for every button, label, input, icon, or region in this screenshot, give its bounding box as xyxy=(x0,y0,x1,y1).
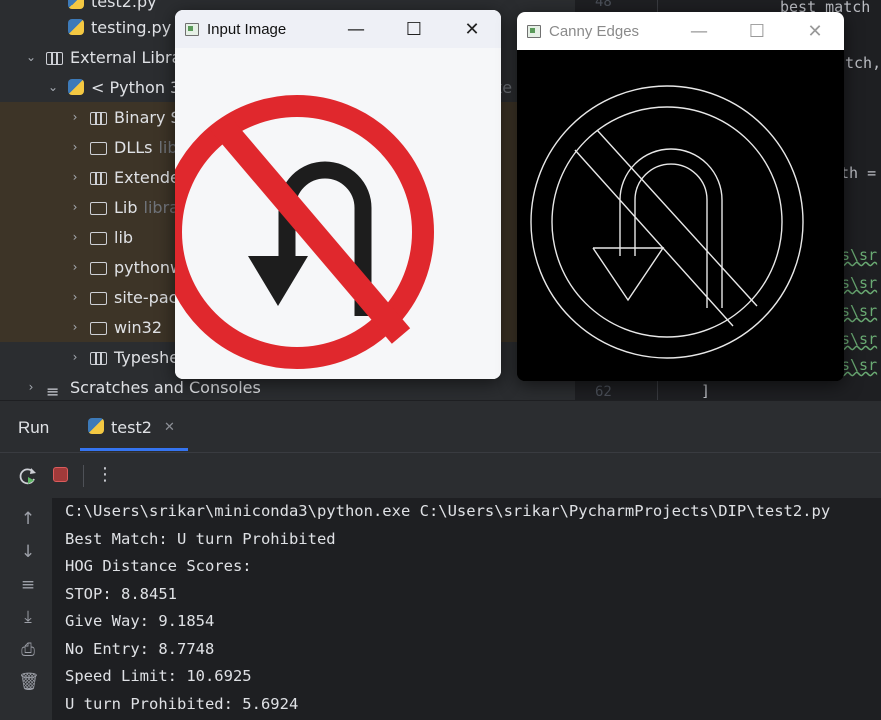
chevron-right-icon[interactable]: › xyxy=(68,230,82,244)
console-line: Best Match: U turn Prohibited xyxy=(65,529,336,548)
library-icon xyxy=(46,51,63,65)
folder-icon xyxy=(90,141,107,155)
chevron-down-icon[interactable]: ⌄ xyxy=(46,80,60,94)
more-options-icon[interactable]: ⋮ xyxy=(96,464,114,485)
chevron-right-icon[interactable]: › xyxy=(68,320,82,334)
maximize-button[interactable]: ☐ xyxy=(728,12,786,50)
library-icon xyxy=(90,351,107,365)
toolbar-divider xyxy=(83,465,84,487)
code-fragment: s\sr xyxy=(841,274,878,292)
chevron-right-icon[interactable]: › xyxy=(24,380,38,394)
folder-icon xyxy=(90,201,107,215)
chevron-right-icon[interactable]: › xyxy=(68,350,82,364)
input-image-window[interactable]: Input Image — ☐ ✕ xyxy=(175,10,501,379)
tree-item-label: win32 xyxy=(114,317,163,337)
tab-label: test2 xyxy=(111,418,152,437)
tree-item-label: test2.py xyxy=(91,0,157,11)
chevron-right-icon[interactable]: › xyxy=(68,200,82,214)
code-fragment: s\sr xyxy=(841,330,878,348)
line-number: 62 xyxy=(595,384,612,400)
input-image-title: Input Image xyxy=(207,20,287,38)
library-icon xyxy=(90,171,107,185)
chevron-right-icon[interactable]: › xyxy=(68,290,82,304)
close-button[interactable]: ✕ xyxy=(443,10,501,48)
code-fragment: s\sr xyxy=(841,356,878,374)
stop-button[interactable] xyxy=(53,467,68,482)
code-fragment: s\sr xyxy=(841,302,878,320)
u-turn-prohibited-sign-image xyxy=(175,48,501,379)
console-line: Speed Limit: 10.6925 xyxy=(65,667,252,685)
tree-item-label: DLLs xyxy=(114,137,153,157)
run-panel-title: Run xyxy=(18,418,50,437)
console-line: C:\Users\srikar\miniconda3\python.exe C:… xyxy=(65,502,831,520)
code-fragment: th = xyxy=(840,164,877,182)
code-fragment: tch, xyxy=(845,54,881,72)
tab-test2[interactable]: test2 ✕ xyxy=(80,401,188,451)
tree-item-label: Lib xyxy=(114,197,138,217)
folder-icon xyxy=(90,261,107,275)
line-number: 48 xyxy=(595,0,612,10)
canny-edges-image xyxy=(517,50,844,381)
folder-icon xyxy=(90,291,107,305)
console-lines: C:\Users\srikar\miniconda3\python.exe C:… xyxy=(0,498,881,720)
folder-icon xyxy=(90,231,107,245)
python-file-icon xyxy=(88,418,104,434)
library-icon xyxy=(90,111,107,125)
console-line: STOP: 8.8451 xyxy=(65,584,177,603)
chevron-down-icon[interactable]: ⌄ xyxy=(24,50,38,64)
minimize-button[interactable]: — xyxy=(327,10,385,48)
tab-close-icon[interactable]: ✕ xyxy=(164,420,175,435)
close-button[interactable]: ✕ xyxy=(786,12,844,50)
code-fragment: s\sr xyxy=(841,246,878,264)
scratches-icon: ≡ xyxy=(46,381,60,401)
python-file-icon xyxy=(68,0,84,9)
chevron-right-icon[interactable]: › xyxy=(68,170,82,184)
canny-edges-title: Canny Edges xyxy=(549,22,640,40)
minimize-button[interactable]: — xyxy=(670,12,728,50)
code-fragment: ] xyxy=(701,382,711,400)
chevron-right-icon[interactable]: › xyxy=(68,110,82,124)
python-file-icon xyxy=(68,19,84,35)
canny-edges-window[interactable]: Canny Edges — ☐ ✕ xyxy=(517,12,844,381)
rerun-icon[interactable] xyxy=(18,466,38,486)
chevron-right-icon[interactable]: › xyxy=(68,260,82,274)
run-panel-header: Run test2 ✕ xyxy=(0,400,881,453)
python-file-icon xyxy=(68,79,84,95)
console-line: No Entry: 8.7748 xyxy=(65,639,215,658)
chevron-right-icon[interactable]: › xyxy=(68,140,82,154)
tree-item-label: lib xyxy=(114,227,134,247)
console-line: Give Way: 9.1854 xyxy=(65,612,215,630)
window-app-icon xyxy=(527,24,541,38)
folder-icon xyxy=(90,321,107,335)
run-toolbar: ⋮ xyxy=(0,452,881,499)
tree-item-label: testing.py xyxy=(91,17,172,37)
console-line: HOG Distance Scores: xyxy=(65,557,252,575)
tree-item-label: Scratches and Consoles xyxy=(70,377,261,397)
maximize-button[interactable]: ☐ xyxy=(385,10,443,48)
console-line: U turn Prohibited: 5.6924 xyxy=(65,694,299,713)
window-app-icon xyxy=(185,22,199,36)
